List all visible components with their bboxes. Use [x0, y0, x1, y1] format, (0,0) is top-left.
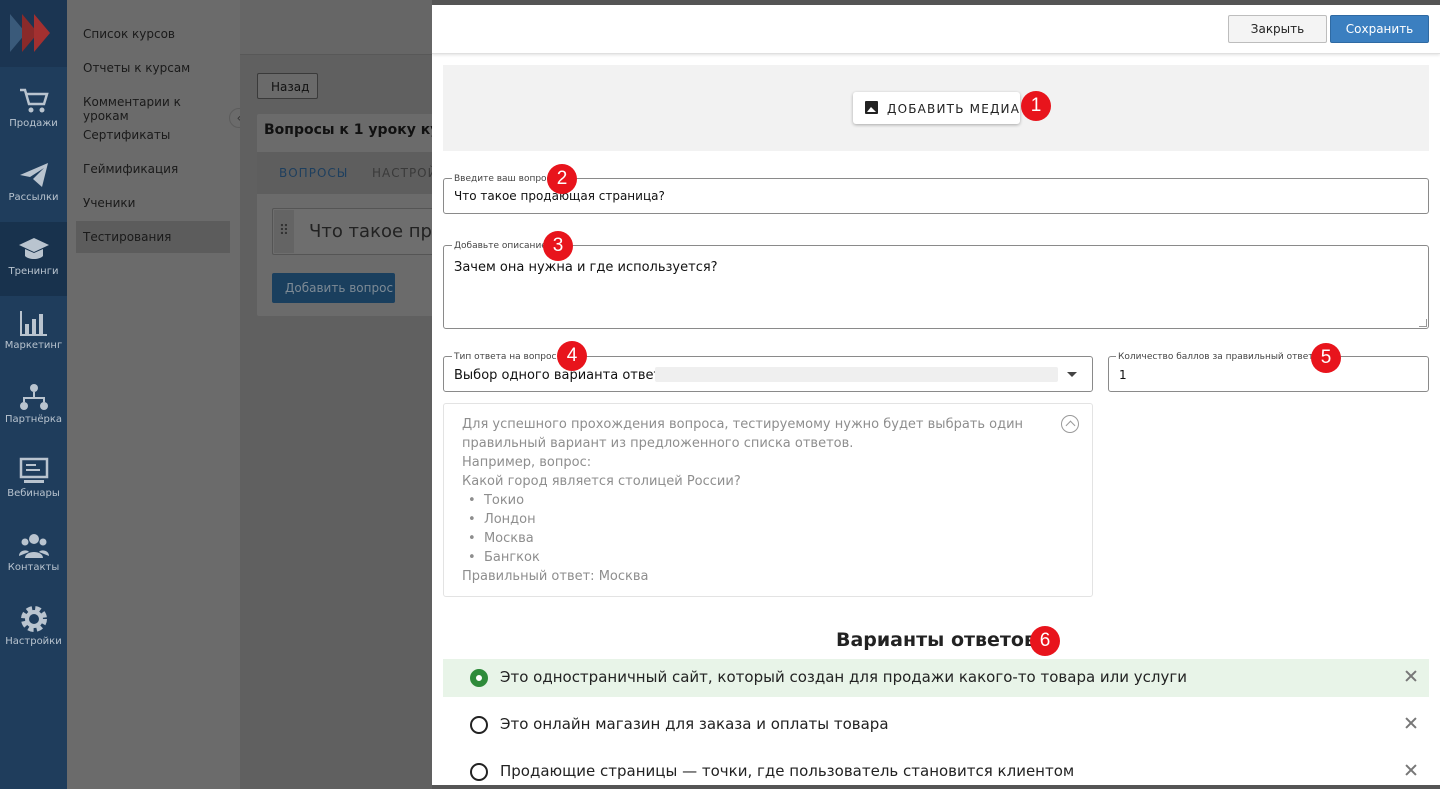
- hint-option: • Москва: [468, 531, 534, 546]
- background-topbar: [240, 0, 432, 55]
- hint-option-text: Лондон: [483, 512, 536, 527]
- panel-header: Закрыть Сохранить: [432, 5, 1440, 54]
- paper-plane-icon: [19, 163, 48, 187]
- add-media-button[interactable]: ДОБАВИТЬ МЕДИА: [853, 92, 1020, 124]
- description-value: Зачем она нужна и где используется?: [454, 260, 718, 275]
- image-icon: [865, 101, 878, 114]
- answer-text[interactable]: Продающие страницы — точки, где пользова…: [500, 762, 1074, 780]
- cart-icon: [19, 88, 49, 113]
- gear-icon: [20, 606, 47, 632]
- add-media-label: ДОБАВИТЬ МЕДИА: [887, 102, 1021, 116]
- close-button[interactable]: Закрыть: [1228, 15, 1327, 43]
- nav-label: Тренинги: [8, 266, 59, 277]
- add-question-button[interactable]: Добавить вопрос: [272, 273, 395, 303]
- answer-text[interactable]: Это одностраничный сайт, который создан …: [500, 668, 1187, 686]
- back-button[interactable]: Назад: [257, 73, 318, 99]
- question-input[interactable]: Что такое продающая страница?: [443, 178, 1429, 214]
- submenu-item-lesson-comments[interactable]: Комментарии к урокам: [76, 86, 230, 123]
- annotation-badge: 6: [1030, 626, 1060, 656]
- collapse-hint-icon[interactable]: [1061, 415, 1079, 433]
- select-placeholder-bar: [655, 367, 1058, 382]
- submenu-item-certificates[interactable]: Сертификаты: [76, 119, 230, 151]
- description-textarea[interactable]: Зачем она нужна и где используется?: [443, 245, 1429, 329]
- remove-answer-icon[interactable]: [1404, 669, 1418, 683]
- nav-label: Вебинары: [7, 488, 60, 499]
- tab-questions[interactable]: ВОПРОСЫ: [279, 166, 348, 180]
- annotation-badge: 3: [543, 231, 573, 261]
- radio-selected[interactable]: [470, 669, 488, 687]
- presentation-icon: [19, 457, 48, 483]
- hint-text: правильный вариант из предложенного спис…: [462, 436, 854, 451]
- hint-answer: Правильный ответ: Москва: [462, 569, 649, 584]
- network-icon: [19, 384, 48, 410]
- submenu-item-course-list[interactable]: Список курсов: [76, 18, 230, 50]
- hint-text: Для успешного прохождения вопроса, тести…: [462, 417, 1024, 432]
- question-editor-panel: Закрыть Сохранить ДОБАВИТЬ МЕДИА Что так…: [432, 5, 1440, 785]
- course-submenu: Список курсов Отчеты к курсам Комментари…: [67, 0, 240, 789]
- submenu-item-testing[interactable]: Тестирования: [76, 221, 230, 253]
- nav-item-contacts[interactable]: Контакты: [0, 518, 67, 592]
- answers-title: Варианты ответов: [835, 629, 1037, 651]
- nav-label: Контакты: [7, 562, 60, 573]
- graduation-cap-icon: [18, 238, 49, 259]
- nav-item-marketing[interactable]: Маркетинг: [0, 296, 67, 370]
- nav-item-webinars[interactable]: Вебинары: [0, 444, 67, 518]
- radio-unselected[interactable]: [470, 716, 488, 734]
- questions-card-title: Вопросы к 1 уроку курс: [264, 122, 458, 138]
- tab-settings[interactable]: НАСТРОЙ: [372, 166, 438, 180]
- annotation-badge: 4: [557, 341, 587, 371]
- answer-option: Это онлайн магазин для заказа и оплаты т…: [443, 706, 1429, 744]
- nav-label: Настройки: [5, 636, 62, 647]
- nav-item-settings[interactable]: Настройки: [0, 592, 67, 666]
- people-icon: [18, 534, 49, 558]
- hint-option-text: Токио: [483, 493, 525, 508]
- submenu-item-course-reports[interactable]: Отчеты к курсам: [76, 52, 230, 84]
- nav-label: Продажи: [9, 118, 58, 129]
- points-label: Количество баллов за правильный ответ: [1116, 352, 1316, 362]
- hint-option: • Лондон: [468, 512, 536, 527]
- nav-item-sales[interactable]: Продажи: [0, 74, 67, 148]
- answer-option: Это одностраничный сайт, который создан …: [443, 659, 1429, 697]
- nav-label: Рассылки: [8, 192, 59, 203]
- hint-option: • Токио: [468, 493, 525, 508]
- answer-text[interactable]: Это онлайн магазин для заказа и оплаты т…: [500, 715, 889, 733]
- nav-label: Маркетинг: [4, 340, 63, 351]
- radio-unselected[interactable]: [470, 763, 488, 781]
- answer-option: Продающие страницы — точки, где пользова…: [443, 753, 1429, 785]
- answer-type-hint: Для успешного прохождения вопроса, тести…: [443, 403, 1093, 597]
- annotation-badge: 2: [547, 164, 577, 194]
- question-input-label: Введите ваш вопрос: [452, 174, 554, 184]
- resize-grip-icon[interactable]: [1419, 319, 1427, 327]
- hint-option: • Бангкок: [468, 550, 540, 565]
- save-button[interactable]: Сохранить: [1330, 15, 1429, 43]
- logo[interactable]: [0, 0, 67, 67]
- hint-text: Например, вопрос:: [462, 455, 592, 470]
- hint-option-text: Бангкок: [483, 550, 540, 565]
- chevron-down-icon[interactable]: [1067, 372, 1077, 377]
- answer-type-label: Тип ответа на вопрос: [452, 352, 559, 362]
- hint-text: Какой город является столицей России?: [462, 474, 741, 489]
- drag-handle-icon[interactable]: ⠿: [274, 210, 294, 253]
- nav-item-partners[interactable]: Партнёрка: [0, 370, 67, 444]
- hint-option-text: Москва: [483, 531, 534, 546]
- nav-item-trainings[interactable]: Тренинги: [0, 222, 67, 296]
- points-value: 1: [1119, 368, 1127, 382]
- remove-answer-icon[interactable]: [1404, 716, 1418, 730]
- main-nav: Продажи Рассылки Тренинги Маркетинг Парт…: [0, 0, 67, 789]
- remove-answer-icon[interactable]: [1404, 763, 1418, 777]
- submenu-item-students[interactable]: Ученики: [76, 187, 230, 219]
- nav-label: Партнёрка: [4, 414, 63, 425]
- annotation-badge: 1: [1021, 91, 1051, 121]
- submenu-item-gamification[interactable]: Геймификация: [76, 153, 230, 185]
- annotation-badge: 5: [1311, 343, 1341, 373]
- answer-type-value: Выбор одного варианта ответа: [454, 368, 670, 383]
- description-label: Добавьте описание: [452, 241, 549, 251]
- nav-item-mailings[interactable]: Рассылки: [0, 148, 67, 222]
- chart-icon: [19, 311, 47, 336]
